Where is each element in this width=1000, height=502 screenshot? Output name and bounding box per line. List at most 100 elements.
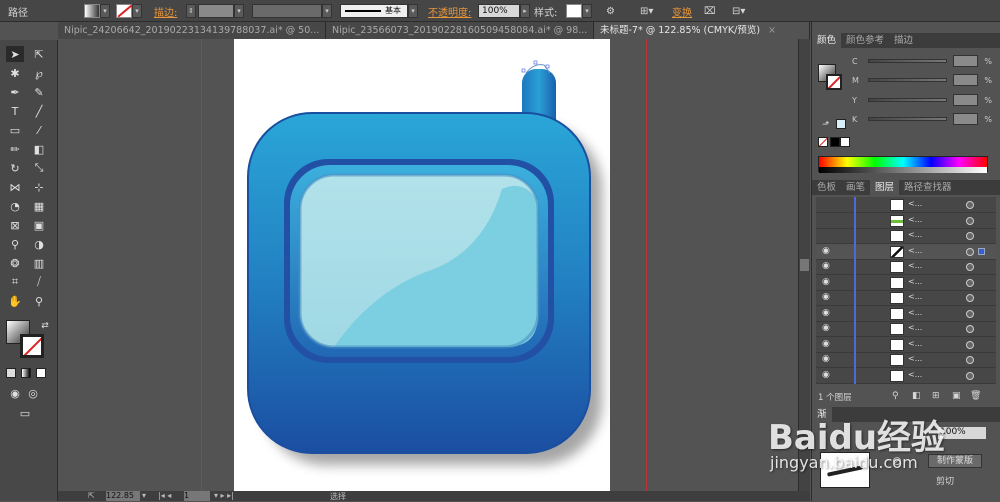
- color-mode-icon[interactable]: [6, 368, 16, 378]
- magenta-slider[interactable]: M%: [852, 73, 992, 87]
- tab-document-2[interactable]: Nipic_23566073_20190228160509458084.ai* …: [326, 22, 594, 39]
- new-sublayer-icon[interactable]: ⊞: [932, 391, 940, 401]
- rectangle-tool-icon[interactable]: ▭: [6, 122, 24, 138]
- delete-layer-icon[interactable]: 🗑: [970, 391, 981, 401]
- mesh-tool-icon[interactable]: ⊠: [6, 217, 24, 233]
- tab-document-3[interactable]: 未标题-7* @ 122.85% (CMYK/预览) ×: [594, 22, 810, 39]
- layer-row[interactable]: ◉ <...: [816, 336, 996, 353]
- target-circle-icon[interactable]: [966, 294, 974, 302]
- artboard-tool-icon[interactable]: ⌗: [6, 274, 24, 290]
- draw-behind-icon[interactable]: ◎: [24, 385, 42, 401]
- zoom-tool-icon[interactable]: ⚲: [30, 293, 48, 309]
- layer-row[interactable]: ◉ <...: [816, 305, 996, 322]
- layer-row[interactable]: ◉ <...: [816, 290, 996, 306]
- clip-checkbox-label[interactable]: 剪切: [936, 474, 954, 487]
- opacity-label[interactable]: 不透明度:: [428, 3, 471, 19]
- target-circle-icon[interactable]: [966, 325, 974, 333]
- gradient-tool-icon[interactable]: ▣: [30, 217, 48, 233]
- transform-label[interactable]: 变换: [672, 3, 692, 19]
- yellow-slider[interactable]: Y%: [852, 93, 992, 107]
- width-tool-icon[interactable]: ⋈: [6, 179, 24, 195]
- target-circle-icon[interactable]: [966, 216, 974, 225]
- slice-tool-icon[interactable]: ⧸: [30, 274, 48, 290]
- visibility-eye-icon[interactable]: ◉: [822, 308, 832, 317]
- eyedropper-tool-icon[interactable]: ⚲: [6, 236, 24, 252]
- target-circle-icon[interactable]: [966, 356, 974, 364]
- tab-stroke[interactable]: 描边: [889, 33, 918, 48]
- channel-value-field[interactable]: [952, 74, 979, 86]
- target-circle-icon[interactable]: [966, 201, 974, 209]
- visibility-eye-icon[interactable]: ◉: [822, 293, 832, 302]
- draw-normal-icon[interactable]: ◉: [6, 385, 24, 401]
- layer-name[interactable]: <...: [908, 292, 922, 301]
- free-transform-tool-icon[interactable]: ⊹: [30, 179, 48, 195]
- target-circle-icon[interactable]: [966, 232, 974, 240]
- color-spectrum-bar[interactable]: [818, 156, 988, 173]
- make-clip-mask-icon[interactable]: ◧: [912, 391, 921, 401]
- layer-row[interactable]: ◉ <...: [816, 259, 996, 275]
- variable-width-select[interactable]: ▾: [252, 3, 332, 19]
- graph-tool-icon[interactable]: ▥: [30, 255, 48, 271]
- scrollbar-thumb[interactable]: [800, 259, 809, 271]
- symbol-sprayer-tool-icon[interactable]: ❂: [6, 255, 24, 271]
- layer-name[interactable]: <...: [908, 199, 922, 208]
- gamut-swatch[interactable]: [836, 119, 846, 129]
- close-icon[interactable]: ×: [768, 22, 776, 39]
- type-tool-icon[interactable]: T: [6, 103, 24, 119]
- paintbrush-tool-icon[interactable]: ⁄: [30, 122, 48, 138]
- artboard-nav-icon[interactable]: ⇱: [88, 491, 95, 500]
- stroke-color-box[interactable]: [20, 334, 44, 358]
- tab-pathfinder[interactable]: 路径查找器: [899, 180, 957, 195]
- tab-document-1[interactable]: Nipic_24206642_20190223134139788037.ai* …: [58, 22, 326, 39]
- visibility-eye-icon[interactable]: ◉: [822, 277, 832, 286]
- black-slider[interactable]: K%: [852, 112, 992, 126]
- layer-name[interactable]: <...: [908, 354, 922, 363]
- stroke-weight-stepper[interactable]: ⇕: [186, 3, 196, 19]
- direct-selection-tool-icon[interactable]: ⇱: [30, 46, 48, 62]
- magic-wand-tool-icon[interactable]: ✱: [6, 65, 24, 81]
- pencil-tool-icon[interactable]: ✏: [6, 141, 24, 157]
- layer-row[interactable]: <...: [816, 212, 996, 229]
- tab-brushes[interactable]: 画笔: [841, 180, 870, 195]
- eraser-tool-icon[interactable]: ◧: [30, 141, 48, 157]
- visibility-eye-icon[interactable]: ◉: [822, 324, 832, 333]
- shape-builder-tool-icon[interactable]: ◔: [6, 198, 24, 214]
- align-icon[interactable]: ⊞▾: [640, 3, 653, 19]
- first-artboard-icon[interactable]: |◂ ◂: [158, 491, 171, 500]
- layer-name[interactable]: <...: [908, 308, 922, 317]
- opacity-field[interactable]: 100% ▸: [478, 3, 530, 19]
- transform-options-icon[interactable]: ⊟▾: [732, 3, 745, 19]
- next-artboard-icon[interactable]: ▾ ▸ ▸|: [214, 491, 234, 500]
- tab-color-guide[interactable]: 颜色参考: [841, 33, 889, 48]
- layer-row[interactable]: ◉ <...: [816, 274, 996, 291]
- white-swatch[interactable]: [840, 137, 850, 147]
- color-stroke-box[interactable]: [826, 74, 842, 90]
- visibility-eye-icon[interactable]: ◉: [822, 355, 832, 364]
- channel-value-field[interactable]: [952, 55, 979, 67]
- target-circle-icon[interactable]: [966, 309, 974, 318]
- target-circle-icon[interactable]: [966, 278, 974, 287]
- visibility-eye-icon[interactable]: ◉: [822, 370, 832, 379]
- target-circle-icon[interactable]: [966, 247, 974, 256]
- page-field[interactable]: 1: [184, 491, 210, 501]
- zoom-dropdown-icon[interactable]: ▾: [142, 491, 146, 500]
- layer-row[interactable]: ◉ <...: [816, 321, 996, 337]
- layer-name[interactable]: <...: [908, 277, 922, 286]
- layer-name[interactable]: <...: [908, 246, 922, 255]
- channel-value-field[interactable]: [952, 94, 979, 106]
- fill-swatch[interactable]: ▾: [84, 3, 110, 19]
- none-mode-icon[interactable]: [36, 368, 46, 378]
- target-circle-icon[interactable]: [966, 340, 974, 349]
- layer-name[interactable]: <...: [908, 339, 922, 348]
- tab-swatches[interactable]: 色板: [812, 180, 841, 195]
- swap-colors-icon[interactable]: ⇄: [36, 318, 54, 334]
- visibility-eye-icon[interactable]: ◉: [822, 262, 832, 271]
- blend-tool-icon[interactable]: ◑: [30, 236, 48, 252]
- brush-style-select[interactable]: 基本 ▾: [340, 3, 418, 19]
- rotate-tool-icon[interactable]: ↻: [6, 160, 24, 176]
- selection-indicator[interactable]: [978, 247, 985, 255]
- stroke-label[interactable]: 描边:: [154, 3, 177, 19]
- line-tool-icon[interactable]: ╱: [30, 103, 48, 119]
- gradient-mode-icon[interactable]: [21, 368, 31, 378]
- pen-tool-icon[interactable]: ✒: [6, 84, 24, 100]
